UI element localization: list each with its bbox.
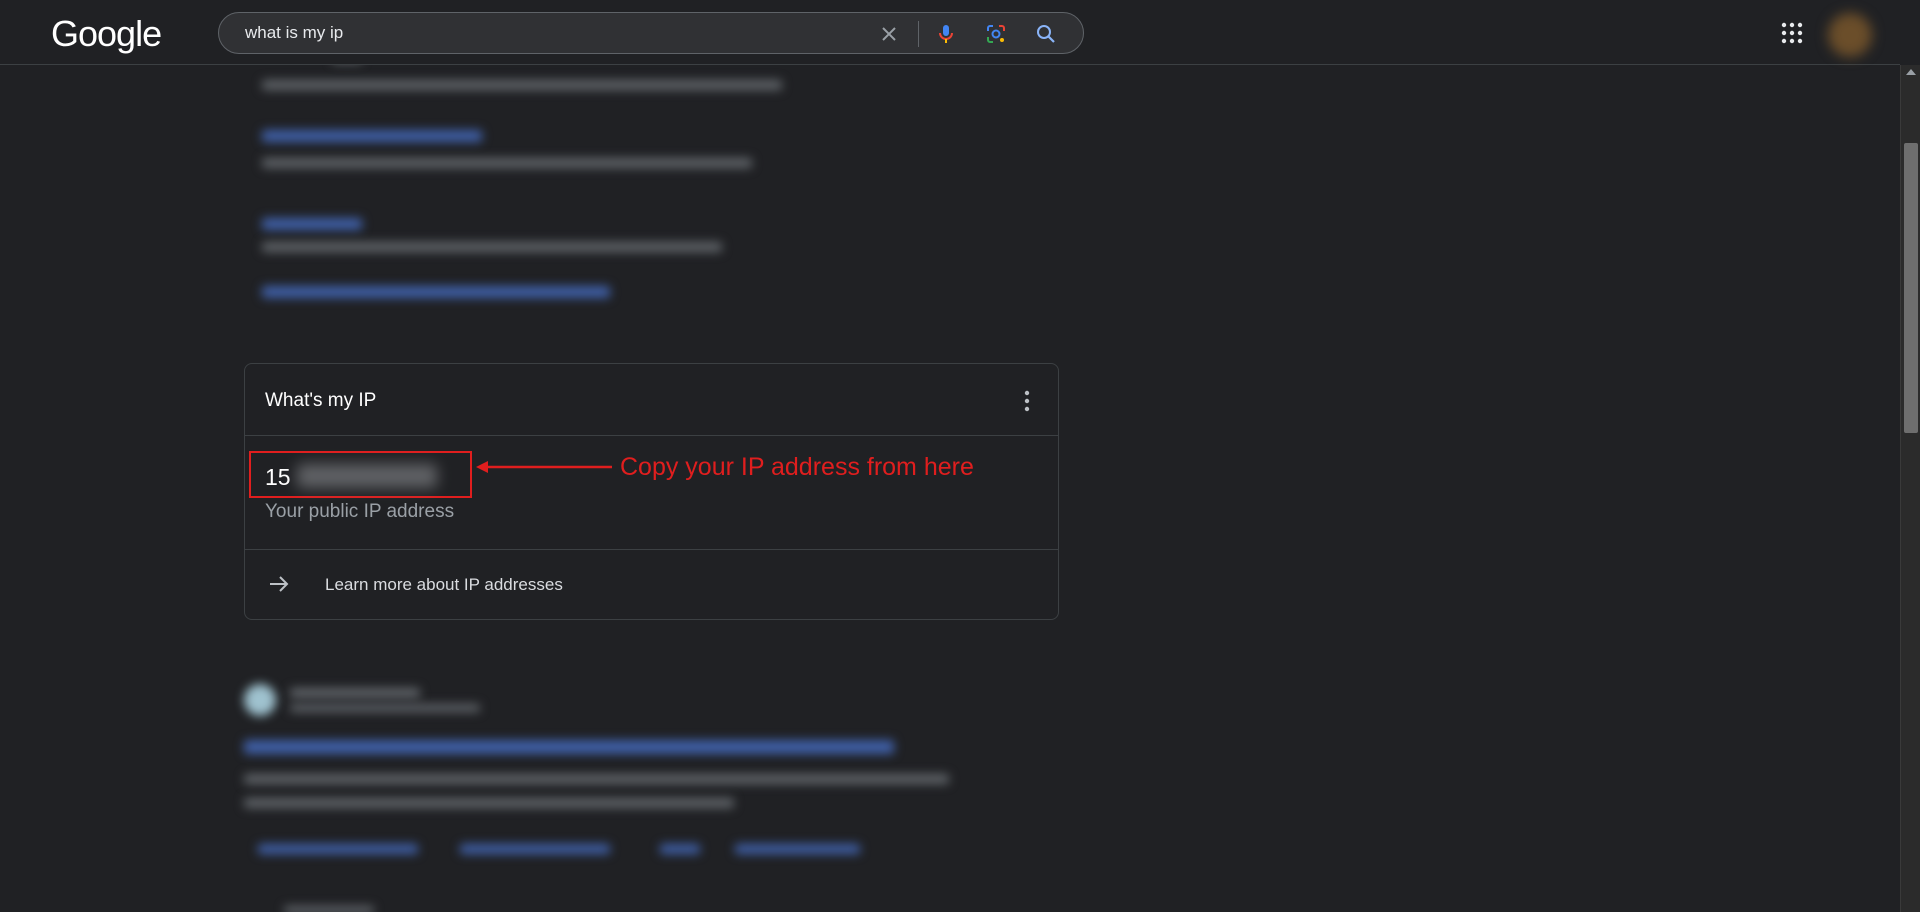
mic-icon[interactable] [934, 22, 958, 46]
lens-icon[interactable] [984, 22, 1008, 46]
search-divider [918, 21, 919, 47]
top-bar: Google [0, 0, 1900, 65]
blurred-text [262, 242, 722, 252]
ip-card-header: What's my IP [245, 364, 1058, 436]
more-vert-icon[interactable] [1024, 390, 1030, 412]
blurred-link [258, 844, 418, 854]
learn-more-link[interactable]: Learn more about IP addresses [245, 550, 1058, 620]
ip-caption: Your public IP address [265, 501, 455, 522]
blurred-link [262, 218, 362, 230]
blurred-link [262, 286, 610, 298]
blurred-text [262, 158, 752, 168]
search-input[interactable] [245, 22, 845, 44]
blurred-link [660, 844, 700, 854]
ip-redacted [297, 464, 437, 488]
ip-card-title: What's my IP [265, 390, 377, 411]
search-box[interactable] [218, 12, 1084, 54]
arrow-right-icon [270, 576, 289, 592]
whats-my-ip-card: What's my IP 15 Your public IP address L… [244, 363, 1059, 620]
scrollbar[interactable] [1900, 65, 1920, 912]
blurred-text [262, 80, 782, 90]
blurred-text [290, 704, 480, 712]
scrollbar-thumb[interactable] [1904, 143, 1918, 433]
blurred-link [244, 740, 894, 754]
blurred-text [284, 906, 374, 912]
google-logo[interactable]: Google [51, 13, 162, 55]
scroll-up-icon[interactable] [1906, 69, 1916, 75]
avatar[interactable] [1828, 13, 1872, 57]
annotation-text: Copy your IP address from here [620, 453, 974, 481]
blurred-text [244, 774, 949, 784]
close-icon[interactable] [877, 22, 901, 46]
blurred-link [735, 844, 860, 854]
apps-icon[interactable] [1781, 22, 1803, 44]
annotation-arrow [476, 461, 612, 473]
learn-more-label[interactable]: Learn more about IP addresses [325, 575, 563, 595]
blurred-link [262, 130, 482, 142]
blurred-text [290, 688, 420, 698]
ip-value[interactable]: 15 [265, 464, 291, 491]
blurred-favicon [244, 684, 276, 716]
search-icon[interactable] [1034, 22, 1058, 46]
blurred-link [460, 844, 610, 854]
blurred-text [244, 798, 734, 808]
